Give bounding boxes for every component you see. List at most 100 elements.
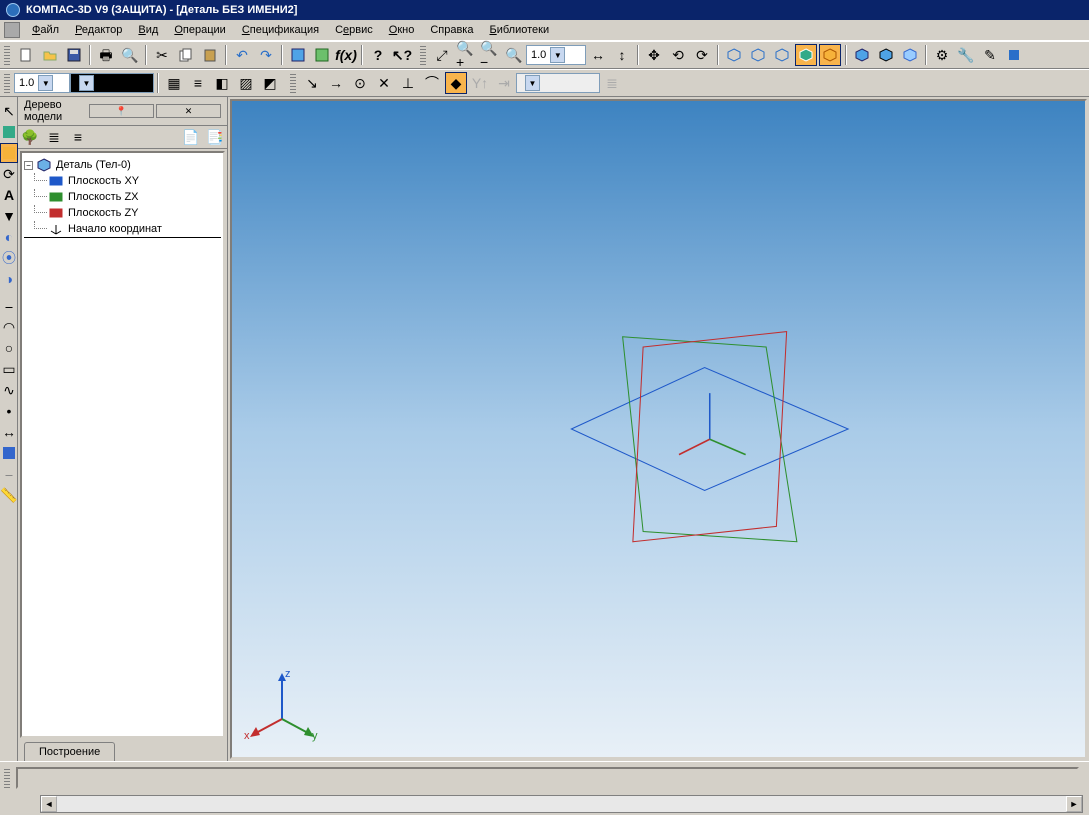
fillet-tool[interactable]: ◐ [0, 227, 18, 247]
dropdown-icon[interactable]: ▼ [38, 75, 53, 91]
cut-button[interactable]: ✂ [151, 44, 173, 66]
scroll-track[interactable] [57, 796, 1066, 812]
save-button[interactable] [63, 44, 85, 66]
paste-button[interactable] [199, 44, 221, 66]
zoom-in-button[interactable]: 🔍+ [455, 44, 477, 66]
rebuild-button[interactable]: ✎ [979, 44, 1001, 66]
undo-button[interactable]: ↶ [231, 44, 253, 66]
rotate-button[interactable]: ⟲ [667, 44, 689, 66]
snap-perp-button[interactable]: ⊥ [397, 72, 419, 94]
close-icon[interactable]: ✕ [156, 104, 221, 118]
snap-clear-button[interactable]: ≣ [601, 72, 623, 94]
menu-service[interactable]: Сервис [327, 22, 381, 38]
shade-button[interactable] [851, 44, 873, 66]
snap-tan-button[interactable]: ⌒ [421, 72, 443, 94]
tree-item[interactable]: Плоскость XY [24, 173, 221, 189]
status-grip[interactable] [4, 768, 10, 788]
tree-filter-button[interactable]: ≡ [68, 128, 88, 146]
redo-button[interactable]: ↷ [255, 44, 277, 66]
menu-file[interactable]: Файл [24, 22, 67, 38]
stop-button[interactable] [1003, 44, 1025, 66]
zoom-window-button[interactable]: 🔍 [503, 44, 525, 66]
tree-root-node[interactable]: − Деталь (Тел-0) [24, 157, 221, 173]
preview-button[interactable]: 🔍 [119, 44, 141, 66]
text-tool[interactable]: A [0, 185, 18, 205]
circle-tool[interactable]: ○ [0, 338, 18, 358]
grid-button[interactable]: ▨ [235, 72, 257, 94]
spline-tool[interactable]: ∿ [0, 380, 18, 400]
pin-icon[interactable]: 📍 [89, 104, 154, 118]
hole-tool[interactable]: ⦿ [0, 248, 18, 268]
snap-ext-button[interactable]: ⇥ [493, 72, 515, 94]
snap-end-button[interactable]: ↘ [301, 72, 323, 94]
pan-button[interactable]: ✥ [643, 44, 665, 66]
system-menu-icon[interactable] [4, 22, 20, 38]
style-button[interactable]: ◧ [211, 72, 233, 94]
menu-libraries[interactable]: Библиотеки [481, 22, 557, 38]
print-button[interactable]: 🖶 [95, 44, 117, 66]
tree-down-button[interactable]: 📑 [205, 128, 225, 146]
new-button[interactable] [15, 44, 37, 66]
snap-node-button[interactable]: Y↑ [469, 72, 491, 94]
dropdown-icon[interactable]: ▼ [525, 75, 540, 91]
revolve-tool[interactable]: ⟳ [0, 164, 18, 184]
color-combo[interactable]: ▼ [70, 73, 154, 93]
tree-item[interactable]: Начало координат [24, 221, 221, 238]
view-wireframe-button[interactable] [795, 44, 817, 66]
snap-button[interactable]: ◩ [259, 72, 281, 94]
tree-expand-button[interactable]: 🌳 [20, 128, 40, 146]
tool-layers-button[interactable] [311, 44, 333, 66]
zoom-combo[interactable]: 1.0 ▼ [526, 45, 586, 65]
perspective-button[interactable] [899, 44, 921, 66]
axis-tool[interactable]: ⎯ [0, 464, 18, 484]
view-top-button[interactable] [771, 44, 793, 66]
measure-tool[interactable]: 📏 [0, 485, 18, 505]
model-tree[interactable]: − Деталь (Тел-0) Плоскость XY Плоскость … [20, 151, 225, 738]
orbit-button[interactable]: ⟳ [691, 44, 713, 66]
tree-item[interactable]: Плоскость ZX [24, 189, 221, 205]
tree-up-button[interactable]: 📄 [181, 128, 201, 146]
refresh-button[interactable]: ⚙ [931, 44, 953, 66]
zoom-prev-button[interactable]: ↔ [587, 44, 609, 66]
snap-mid-button[interactable]: → [325, 72, 347, 94]
menu-window[interactable]: Окно [381, 22, 423, 38]
menu-editor[interactable]: Редактор [67, 22, 130, 38]
layer-button[interactable]: ▦ [163, 72, 185, 94]
snap-inter-button[interactable]: ✕ [373, 72, 395, 94]
menu-view[interactable]: Вид [130, 22, 166, 38]
shell-tool[interactable]: ◑ [0, 269, 18, 289]
linetype-button[interactable]: ≡ [187, 72, 209, 94]
tab-build[interactable]: Построение [24, 742, 115, 761]
zoom-fit-button[interactable]: ⤢ [431, 44, 453, 66]
scroll-left-button[interactable]: ◄ [41, 796, 57, 812]
view-hidden-button[interactable] [819, 44, 841, 66]
cursor-tool[interactable]: ↖ [0, 101, 18, 121]
rect-tool[interactable]: ▭ [0, 359, 18, 379]
dim-tool[interactable]: ↔ [0, 422, 18, 442]
snap-near-button[interactable]: ◆ [445, 72, 467, 94]
dropdown-icon[interactable]: ▼ [79, 75, 94, 91]
toolbar-grip[interactable] [290, 73, 296, 93]
tree-collapse-button[interactable]: ≣ [44, 128, 64, 146]
view-iso-button[interactable] [723, 44, 745, 66]
menu-specification[interactable]: Спецификация [234, 22, 327, 38]
toolbar-grip[interactable] [4, 73, 10, 93]
open-button[interactable] [39, 44, 61, 66]
view-front-button[interactable] [747, 44, 769, 66]
zoom-out-button[interactable]: 🔍− [479, 44, 501, 66]
arc-tool[interactable]: ◠ [0, 317, 18, 337]
snap-center-button[interactable]: ⊙ [349, 72, 371, 94]
sketch-tool[interactable] [0, 122, 18, 142]
tool-properties-button[interactable] [287, 44, 309, 66]
variables-button[interactable]: f(x) [335, 44, 357, 66]
pattern-tool[interactable]: ▼ [0, 206, 18, 226]
horizontal-scrollbar[interactable]: ◄ ► [40, 795, 1083, 813]
copy-button[interactable] [175, 44, 197, 66]
scroll-right-button[interactable]: ► [1066, 796, 1082, 812]
plane-tool[interactable] [0, 443, 18, 463]
snap-combo[interactable]: ▼ [516, 73, 600, 93]
3d-viewport[interactable]: z x y [230, 99, 1087, 759]
settings-button[interactable]: 🔧 [955, 44, 977, 66]
command-input[interactable] [16, 767, 1079, 789]
tree-item[interactable]: Плоскость ZY [24, 205, 221, 221]
